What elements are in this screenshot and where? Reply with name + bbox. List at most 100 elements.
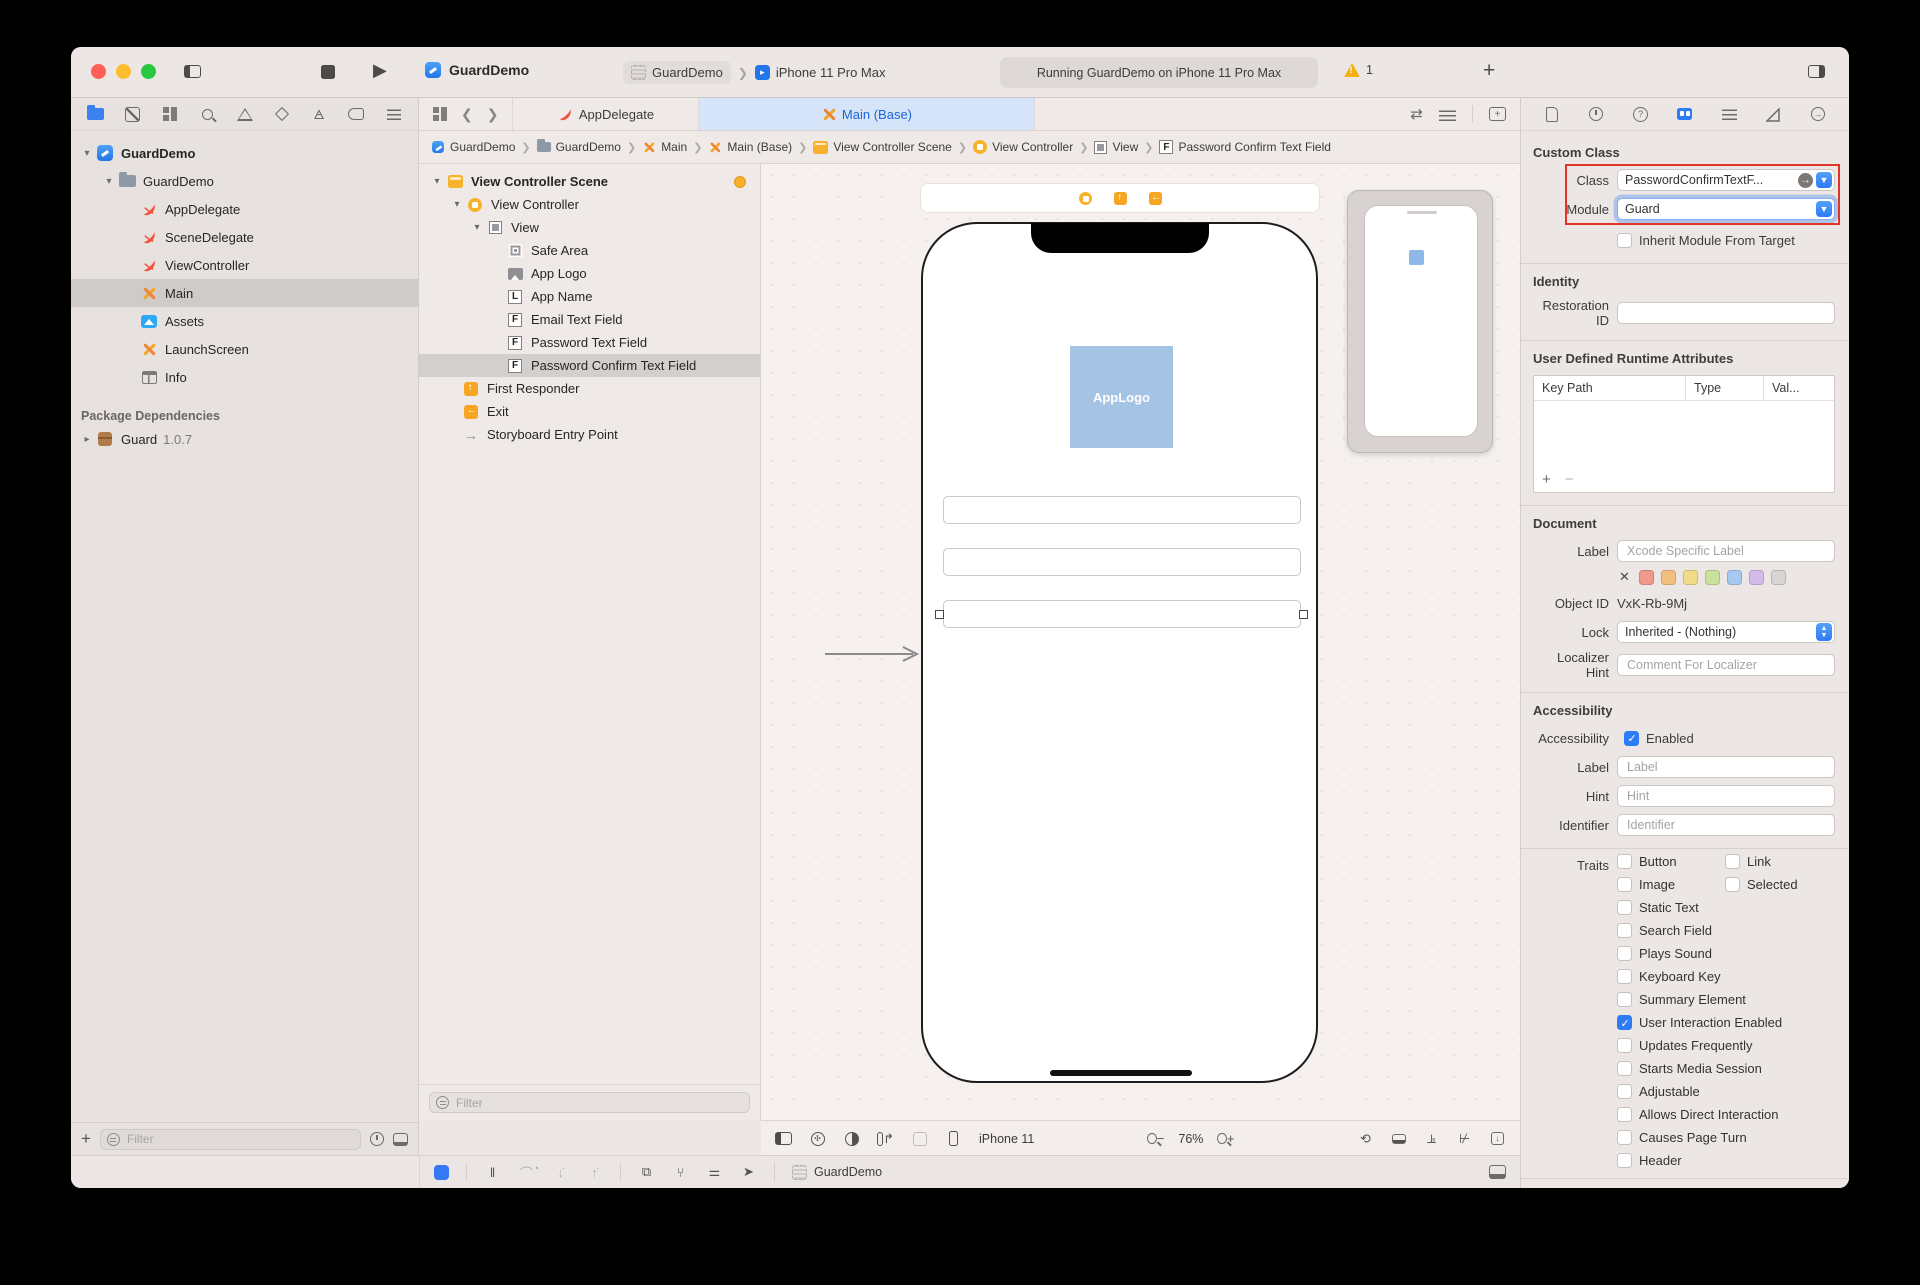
breakpoint-navigator-icon[interactable] [348,106,365,123]
trait-adjustable[interactable]: Adjustable [1617,1084,1835,1099]
swatch-orange[interactable] [1661,570,1676,585]
view-controller-view[interactable]: AppLogo [921,222,1318,1083]
ax-hint-input[interactable] [1625,788,1832,804]
disclosure-icon[interactable]: ▾ [449,199,465,210]
tree-row-scenedelegate[interactable]: SceneDelegate [71,223,418,251]
trait-summary-element[interactable]: Summary Element [1617,992,1835,1007]
trait-static-text[interactable]: Static Text [1617,900,1835,915]
first-responder-icon[interactable] [1114,192,1127,205]
simulate-location-icon[interactable]: ➤ [740,1164,757,1181]
tree-row-launchscreen[interactable]: LaunchScreen [71,335,418,363]
swatch-purple[interactable] [1749,570,1764,585]
disclosure-icon[interactable]: ▾ [469,222,485,233]
trait-plays-sound[interactable]: Plays Sound [1617,946,1835,961]
ax-label-field[interactable] [1617,756,1835,778]
outline-row-email-field[interactable]: F Email Text Field [419,308,760,331]
crumb-password-confirm-field[interactable]: FPassword Confirm Text Field [1159,140,1331,154]
outline-row-entry-point[interactable]: → Storyboard Entry Point [419,423,760,446]
step-over-icon[interactable]: ⌒̇ [518,1164,535,1181]
exit-icon[interactable] [1149,192,1162,205]
tree-row-viewcontroller[interactable]: ViewController [71,251,418,279]
inherit-module-checkbox[interactable] [1617,233,1632,248]
restoration-id-input[interactable] [1625,305,1832,321]
zoom-out-icon[interactable]: − [1147,1130,1164,1147]
back-icon[interactable]: ❮ [461,106,473,123]
module-combo-box[interactable]: Guard ▼ [1617,198,1835,220]
identity-inspector-icon[interactable] [1676,105,1694,123]
remove-attribute-button[interactable]: − [1565,471,1574,488]
column-value[interactable]: Val... [1764,376,1834,400]
project-navigator-icon[interactable] [87,106,104,123]
tree-row-project[interactable]: ▾ GuardDemo [71,139,418,167]
attributes-inspector-icon[interactable] [1720,105,1738,123]
activity-status[interactable]: Running GuardDemo on iPhone 11 Pro Max [1000,57,1318,88]
disclosure-icon[interactable]: ▾ [429,176,445,187]
trait-user-interaction-enabled[interactable]: User Interaction Enabled [1617,1015,1835,1030]
swatch-red[interactable] [1639,570,1654,585]
trait-search-field[interactable]: Search Field [1617,923,1835,938]
zoom-level[interactable]: 76% [1178,1132,1203,1146]
connections-inspector-icon[interactable]: → [1809,105,1827,123]
pause-icon[interactable]: ‖ [484,1164,501,1181]
swatch-yellow[interactable] [1683,570,1698,585]
swap-editor-icon[interactable]: ⇄ [1410,105,1423,123]
canvas-minimap[interactable] [1347,190,1493,453]
password-confirm-text-field[interactable] [943,600,1301,628]
crumb-view-controller[interactable]: View Controller [973,140,1073,154]
disclosure-icon[interactable]: ▾ [79,148,95,159]
add-attribute-button[interactable]: + [1542,471,1551,488]
trait-starts-media-session[interactable]: Starts Media Session [1617,1061,1835,1076]
toggle-inspector-icon[interactable] [1808,65,1825,78]
zoom-window-button[interactable] [141,64,156,79]
add-file-button[interactable]: + [81,1129,91,1149]
appearance-icon[interactable] [843,1130,860,1147]
trait-causes-page-turn[interactable]: Causes Page Turn [1617,1130,1835,1145]
outline-row-password-field[interactable]: F Password Text Field [419,331,760,354]
tree-row-main-storyboard[interactable]: Main [71,279,418,307]
stop-button[interactable] [321,65,335,79]
align-icon[interactable]: ⫡ [1423,1130,1440,1147]
ax-hint-field[interactable] [1617,785,1835,807]
find-navigator-icon[interactable] [199,106,216,123]
issue-navigator-icon[interactable] [236,106,253,123]
class-combo-box[interactable]: PasswordConfirmTextF... → ▼ [1617,169,1835,191]
swatch-green[interactable] [1705,570,1720,585]
localizer-hint-input[interactable] [1625,657,1832,673]
crumb-project[interactable]: GuardDemo [431,140,515,154]
console-toggle-icon[interactable] [1489,1165,1506,1179]
outline-filter-input[interactable] [454,1095,743,1111]
tree-row-group[interactable]: ▾ GuardDemo [71,167,418,195]
swatch-gray[interactable] [1771,570,1786,585]
column-key-path[interactable]: Key Path [1534,376,1686,400]
tab-main-base[interactable]: Main (Base) [699,98,1035,130]
device-icon[interactable] [945,1130,962,1147]
minimize-window-button[interactable] [116,64,131,79]
close-window-button[interactable] [91,64,106,79]
minimap-options-icon[interactable] [1439,108,1456,121]
outline-row-scene[interactable]: ▾ View Controller Scene [419,170,760,193]
test-navigator-icon[interactable] [273,106,290,123]
trait-button[interactable]: Button [1617,854,1725,869]
ax-identifier-input[interactable] [1625,817,1832,833]
email-text-field[interactable] [943,496,1301,524]
help-inspector-icon[interactable]: ? [1632,105,1650,123]
update-frames-icon[interactable]: ⟲ [1357,1130,1374,1147]
issues-badge[interactable]: 1 [1344,63,1373,77]
navigator-filter-field[interactable] [100,1129,361,1150]
trait-link[interactable]: Link [1725,854,1835,869]
document-label-input[interactable] [1625,543,1832,559]
step-into-icon[interactable]: ↓̇ [552,1164,569,1181]
tree-row-appdelegate[interactable]: AppDelegate [71,195,418,223]
tree-row-info-plist[interactable]: Info [71,363,418,391]
related-items-icon[interactable] [433,107,447,121]
trait-selected[interactable]: Selected [1725,877,1835,892]
no-color-icon[interactable]: ✕ [1619,569,1630,585]
chevron-down-icon[interactable]: ▼ [1816,172,1832,188]
outline-row-view-controller[interactable]: ▾ View Controller [419,193,760,216]
tree-row-package-guard[interactable]: ▸ Guard 1.0.7 [71,425,418,453]
trait-keyboard-key[interactable]: Keyboard Key [1617,969,1835,984]
trait-allows-direct-interaction[interactable]: Allows Direct Interaction [1617,1107,1835,1122]
run-button[interactable]: ▶ [373,60,387,81]
trait-updates-frequently[interactable]: Updates Frequently [1617,1038,1835,1053]
symbol-navigator-icon[interactable] [162,106,179,123]
